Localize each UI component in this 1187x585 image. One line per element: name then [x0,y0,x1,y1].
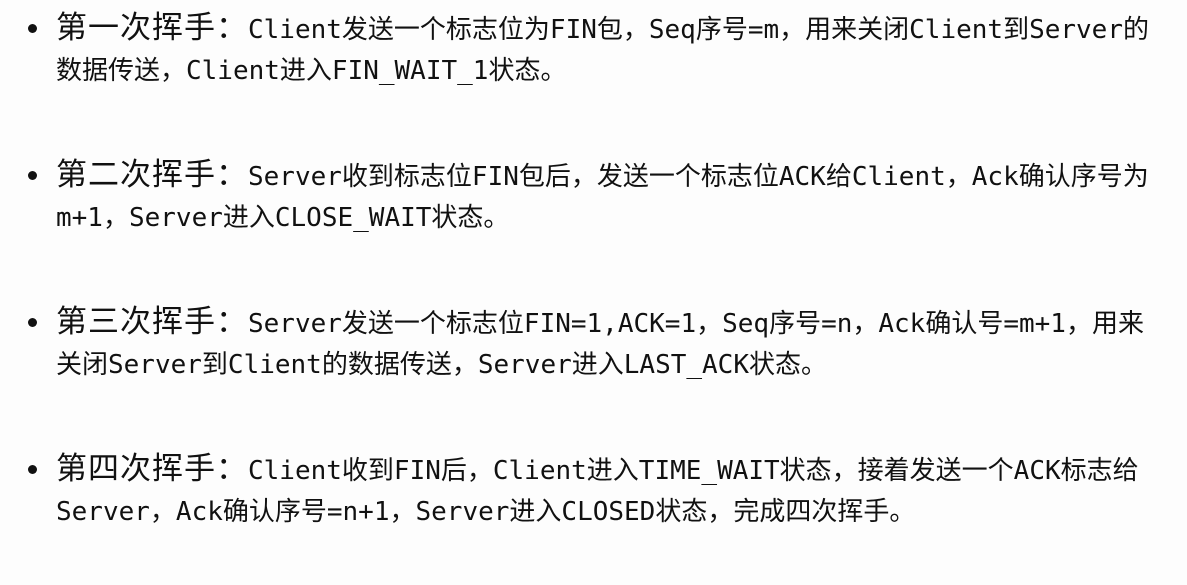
list-item-step-1: 第一次挥手：Client发送一个标志位为FIN包，Seq序号=m，用来关闭Cli… [26,8,1167,91]
bullet-icon [28,465,37,474]
step-title: 第二次挥手： [56,157,248,193]
bullet-icon [28,24,37,33]
list-item-step-2: 第二次挥手：Server收到标志位FIN包后，发送一个标志位ACK给Client… [26,155,1167,238]
step-title: 第一次挥手： [56,10,248,46]
step-title: 第三次挥手： [56,304,248,340]
slide: 第一次挥手：Client发送一个标志位为FIN包，Seq序号=m，用来关闭Cli… [0,0,1187,585]
step-title: 第四次挥手： [56,451,248,487]
bullet-list: 第一次挥手：Client发送一个标志位为FIN包，Seq序号=m，用来关闭Cli… [26,8,1167,532]
list-item-step-4: 第四次挥手：Client收到FIN后，Client进入TIME_WAIT状态，接… [26,449,1167,532]
list-item-step-3: 第三次挥手：Server发送一个标志位FIN=1,ACK=1，Seq序号=n，A… [26,302,1167,385]
bullet-icon [28,318,37,327]
bullet-icon [28,171,37,180]
